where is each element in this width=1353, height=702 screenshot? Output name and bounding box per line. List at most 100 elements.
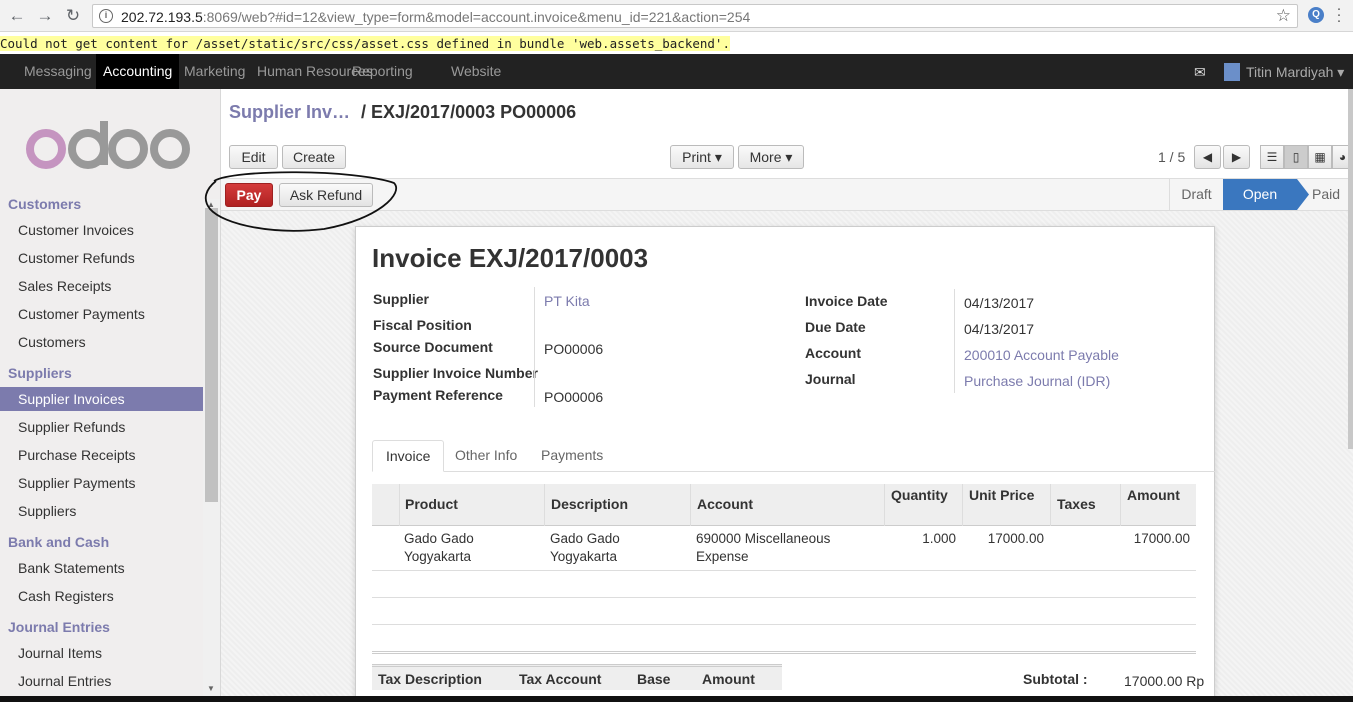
tax-column-description[interactable]: Tax Description bbox=[378, 671, 482, 687]
user-name: Titin Mardiyah bbox=[1246, 64, 1334, 80]
star-icon[interactable]: ☆ bbox=[1276, 6, 1291, 26]
column-separator bbox=[690, 484, 691, 526]
sidebar-item-cash-registers[interactable]: Cash Registers bbox=[0, 584, 203, 608]
tax-column-amount[interactable]: Amount bbox=[702, 671, 755, 687]
sidebar-item-supplier-payments[interactable]: Supplier Payments bbox=[0, 471, 203, 495]
cell-account-line-2: Expense bbox=[696, 549, 749, 564]
cell-description-line-2: Yogyakarta bbox=[550, 549, 618, 564]
calendar-view-icon[interactable]: ▦ bbox=[1308, 145, 1332, 169]
create-button[interactable]: Create bbox=[282, 145, 346, 169]
value-journal[interactable]: Purchase Journal (IDR) bbox=[964, 373, 1110, 389]
print-button[interactable]: Print ▾ bbox=[670, 145, 734, 169]
column-taxes[interactable]: Taxes bbox=[1057, 496, 1096, 512]
arrow-left-icon[interactable]: ← bbox=[6, 5, 28, 27]
column-unit-price[interactable]: Unit Price bbox=[969, 487, 1034, 503]
sidebar-item-journal-items[interactable]: Journal Items bbox=[0, 641, 203, 665]
pager-previous-icon[interactable]: ◀ bbox=[1194, 145, 1221, 169]
column-account[interactable]: Account bbox=[697, 496, 753, 512]
tax-column-account[interactable]: Tax Account bbox=[519, 671, 601, 687]
row-divider bbox=[372, 570, 1196, 571]
cell-quantity: 1.000 bbox=[922, 531, 956, 546]
form-view-icon[interactable]: ▯ bbox=[1284, 145, 1308, 169]
column-quantity[interactable]: Quantity bbox=[891, 487, 948, 503]
nav-website[interactable]: Website bbox=[444, 54, 508, 89]
tab-other-info[interactable]: Other Info bbox=[442, 440, 530, 472]
column-separator bbox=[544, 484, 545, 526]
cell-description: Gado Gado Yogyakarta bbox=[550, 530, 620, 566]
page-scrollbar-thumb[interactable] bbox=[1348, 89, 1353, 449]
column-separator bbox=[962, 484, 963, 526]
label-account: Account bbox=[805, 345, 861, 361]
sidebar-item-purchase-receipts[interactable]: Purchase Receipts bbox=[0, 443, 203, 467]
sidebar-item-suppliers[interactable]: Suppliers bbox=[0, 499, 203, 523]
sidebar-item-customer-invoices[interactable]: Customer Invoices bbox=[0, 218, 203, 242]
scroll-down-icon[interactable]: ▼ bbox=[207, 684, 215, 693]
sidebar-section-bank-and-cash: Bank and Cash bbox=[8, 534, 110, 550]
invoice-lines-header: Product Description Account Quantity Uni… bbox=[372, 484, 1196, 526]
value-supplier[interactable]: PT Kita bbox=[544, 293, 590, 309]
error-message: Could not get content for /asset/static/… bbox=[0, 36, 730, 51]
edit-button[interactable]: Edit bbox=[229, 145, 278, 169]
info-icon[interactable]: i bbox=[99, 9, 113, 23]
sidebar-item-supplier-invoices[interactable]: Supplier Invoices bbox=[0, 387, 203, 411]
value-account[interactable]: 200010 Account Payable bbox=[964, 347, 1119, 363]
nav-marketing[interactable]: Marketing bbox=[177, 54, 252, 89]
arrow-right-icon[interactable]: → bbox=[34, 5, 56, 27]
notebook-tabs: Invoice Other Info Payments bbox=[372, 440, 1215, 472]
sidebar-item-journal-entries[interactable]: Journal Entries bbox=[0, 669, 203, 693]
column-product[interactable]: Product bbox=[405, 496, 458, 512]
stage-draft[interactable]: Draft bbox=[1169, 179, 1223, 210]
tax-divider bbox=[372, 651, 1196, 654]
label-payment-reference: Payment Reference bbox=[373, 387, 503, 403]
list-view-icon[interactable]: ☰ bbox=[1260, 145, 1284, 169]
browser-toolbar: ← → ↻ i 202.72.193.5:8069/web?#id=12&vie… bbox=[0, 0, 1353, 32]
column-separator bbox=[884, 484, 885, 526]
sidebar-item-customer-payments[interactable]: Customer Payments bbox=[0, 302, 203, 326]
stage-open[interactable]: Open bbox=[1223, 179, 1297, 210]
sidebar-item-customer-refunds[interactable]: Customer Refunds bbox=[0, 246, 203, 270]
nav-reporting[interactable]: Reporting bbox=[345, 54, 420, 89]
label-source-document: Source Document bbox=[373, 339, 493, 355]
cell-product-line-1: Gado Gado bbox=[404, 531, 474, 546]
url-path: :8069/web?#id=12&view_type=form&model=ac… bbox=[202, 9, 751, 25]
more-button[interactable]: More ▾ bbox=[738, 145, 804, 169]
column-description[interactable]: Description bbox=[551, 496, 628, 512]
tab-invoice[interactable]: Invoice bbox=[372, 440, 445, 472]
label-journal: Journal bbox=[805, 371, 856, 387]
label-due-date: Due Date bbox=[805, 319, 866, 335]
row-divider bbox=[372, 624, 1196, 625]
avatar[interactable] bbox=[1224, 63, 1240, 81]
sidebar-scrollbar-thumb[interactable] bbox=[205, 208, 218, 502]
extension-icon[interactable]: Q bbox=[1308, 7, 1324, 23]
tab-payments[interactable]: Payments bbox=[528, 440, 616, 472]
sidebar-item-sales-receipts[interactable]: Sales Receipts bbox=[0, 274, 203, 298]
tax-column-base[interactable]: Base bbox=[637, 671, 670, 687]
pager-next-icon[interactable]: ▶ bbox=[1223, 145, 1250, 169]
sidebar-item-supplier-refunds[interactable]: Supplier Refunds bbox=[0, 415, 203, 439]
value-invoice-date: 04/13/2017 bbox=[964, 295, 1035, 311]
cell-account: 690000 Miscellaneous Expense bbox=[696, 530, 830, 566]
sidebar-item-customers[interactable]: Customers bbox=[0, 330, 203, 354]
stage-paid[interactable]: Paid bbox=[1299, 179, 1353, 210]
address-bar[interactable]: i 202.72.193.5:8069/web?#id=12&view_type… bbox=[92, 4, 1298, 28]
browser-menu-icon[interactable]: · · · bbox=[1334, 1, 1344, 28]
chat-icon[interactable]: ✉ bbox=[1194, 64, 1206, 81]
cell-description-line-1: Gado Gado bbox=[550, 531, 620, 546]
cell-account-line-1: 690000 Miscellaneous bbox=[696, 531, 831, 546]
breadcrumb-current: / EXJ/2017/0003 PO00006 bbox=[361, 102, 577, 122]
label-supplier: Supplier bbox=[373, 291, 430, 307]
nav-messaging[interactable]: Messaging bbox=[17, 54, 99, 89]
label-supplier-invoice-number: Supplier Invoice Number bbox=[373, 365, 538, 381]
url-text[interactable]: 202.72.193.5:8069/web?#id=12&view_type=f… bbox=[121, 9, 750, 25]
reload-icon[interactable]: ↻ bbox=[62, 5, 84, 27]
column-separator bbox=[1120, 484, 1121, 526]
column-amount[interactable]: Amount bbox=[1127, 487, 1180, 503]
invoice-title: Invoice EXJ/2017/0003 bbox=[372, 243, 649, 273]
breadcrumb-parent[interactable]: Supplier Inv… bbox=[229, 102, 350, 123]
pager-value: 1 / 5 bbox=[1158, 149, 1186, 165]
taskbar-strip bbox=[0, 696, 1353, 702]
user-menu[interactable]: Titin Mardiyah ▾ bbox=[1246, 64, 1344, 81]
value-payment-reference: PO00006 bbox=[544, 389, 604, 405]
nav-accounting[interactable]: Accounting bbox=[96, 54, 180, 89]
sidebar-item-bank-statements[interactable]: Bank Statements bbox=[0, 556, 203, 580]
